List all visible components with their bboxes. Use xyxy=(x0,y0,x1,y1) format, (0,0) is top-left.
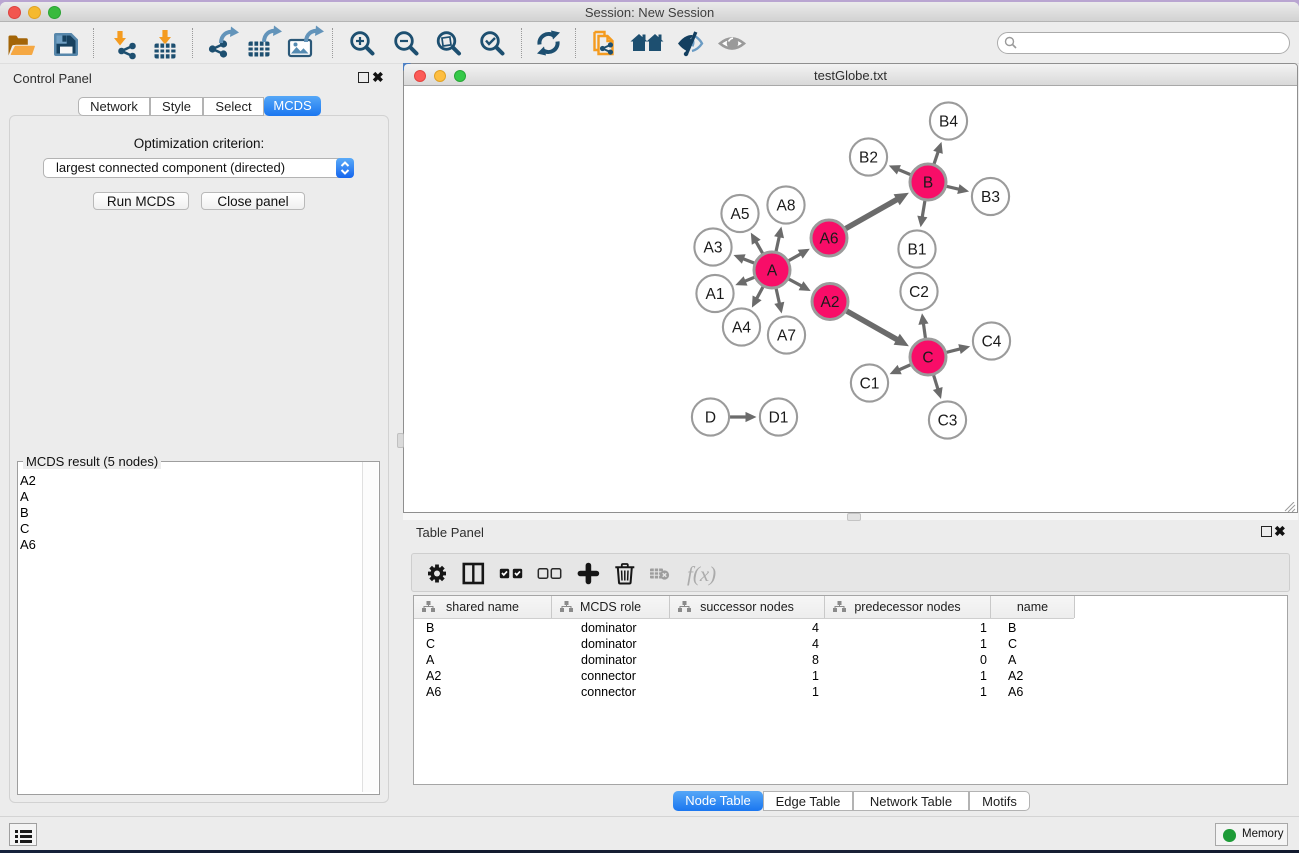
svg-text:C: C xyxy=(922,350,933,367)
svg-text:C2: C2 xyxy=(909,284,929,301)
svg-text:A6: A6 xyxy=(820,231,839,248)
svg-text:B4: B4 xyxy=(939,114,958,131)
svg-text:A7: A7 xyxy=(777,328,796,345)
svg-text:B2: B2 xyxy=(859,150,878,167)
svg-text:B: B xyxy=(923,175,933,192)
svg-text:A1: A1 xyxy=(706,286,725,303)
svg-text:A3: A3 xyxy=(704,240,723,257)
svg-text:B1: B1 xyxy=(908,242,927,259)
svg-text:A2: A2 xyxy=(821,294,840,311)
svg-text:D: D xyxy=(705,410,716,427)
svg-text:C4: C4 xyxy=(982,334,1002,351)
svg-text:A5: A5 xyxy=(731,206,750,223)
svg-text:D1: D1 xyxy=(769,410,789,427)
svg-text:A8: A8 xyxy=(777,198,796,215)
svg-text:C1: C1 xyxy=(860,376,880,393)
svg-text:B3: B3 xyxy=(981,189,1000,206)
svg-text:C3: C3 xyxy=(938,413,958,430)
svg-text:A4: A4 xyxy=(732,320,751,337)
svg-text:A: A xyxy=(767,263,778,280)
svg-text:f(x): f(x) xyxy=(687,562,716,586)
